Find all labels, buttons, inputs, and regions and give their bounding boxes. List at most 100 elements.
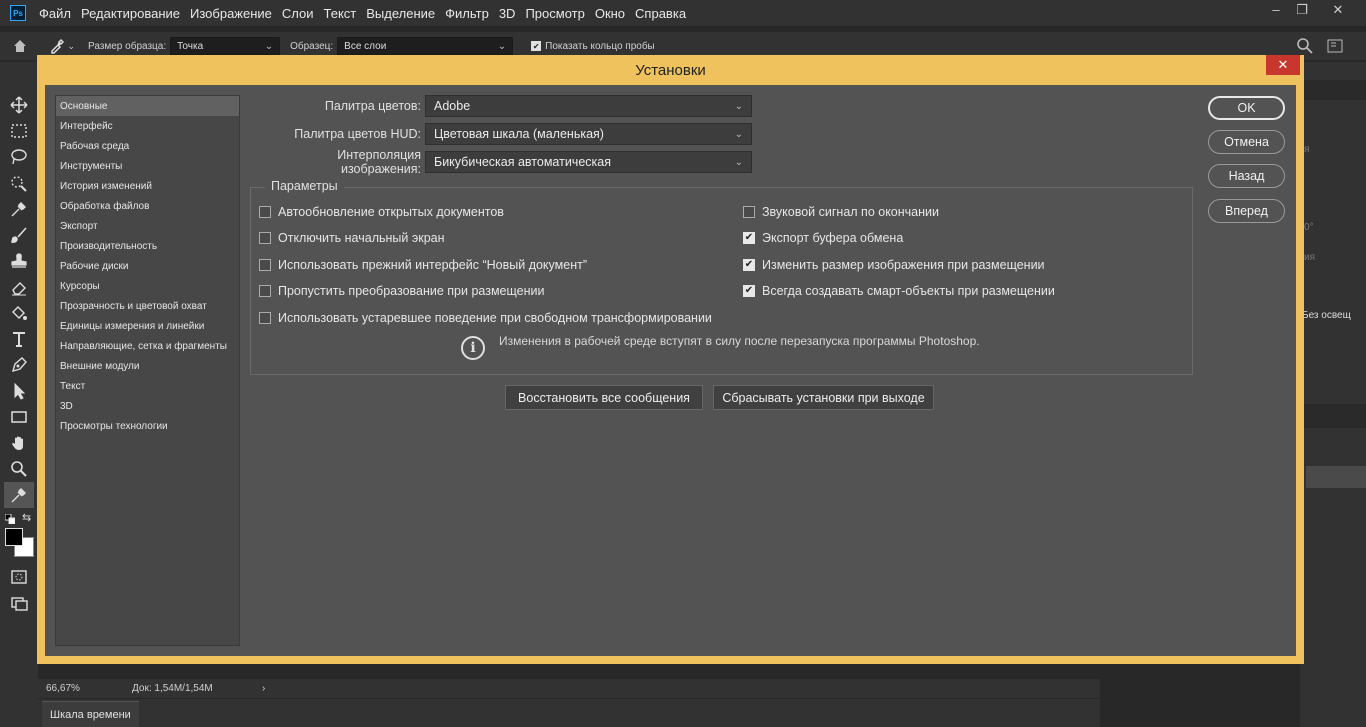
path-selection-tool-icon[interactable] (4, 378, 34, 404)
category-guides[interactable]: Направляющие, сетка и фрагменты (56, 336, 239, 356)
beep-checkbox[interactable] (743, 206, 755, 218)
marquee-tool-icon[interactable] (4, 118, 34, 144)
show-ring-checkbox[interactable]: ✔ (531, 41, 542, 51)
category-units[interactable]: Единицы измерения и линейки (56, 316, 239, 336)
smart-objects-option[interactable]: ✔ Всегда создавать смарт-объекты при разм… (743, 284, 1055, 298)
category-cursors[interactable]: Курсоры (56, 276, 239, 296)
eyedropper-preset-icon[interactable]: ⌄ (40, 38, 84, 54)
menu-filter[interactable]: Фильтр (440, 6, 494, 21)
menu-layers[interactable]: Слои (277, 6, 319, 21)
close-window-button[interactable]: ✕ (1324, 2, 1352, 18)
hand-tool-icon[interactable] (4, 430, 34, 456)
category-export[interactable]: Экспорт (56, 216, 239, 236)
resize-on-place-checkbox[interactable]: ✔ (743, 259, 755, 271)
tools-panel: ⇆ (0, 62, 38, 727)
menu-select[interactable]: Выделение (361, 6, 440, 21)
disable-home-checkbox[interactable] (259, 232, 271, 244)
timeline-tab[interactable]: Шкала времени (42, 701, 139, 727)
status-arrow[interactable]: › (262, 683, 265, 694)
menu-file[interactable]: Файл (34, 6, 76, 21)
category-history[interactable]: История изменений (56, 176, 239, 196)
eyedropper-tool-icon[interactable] (4, 196, 34, 222)
menu-image[interactable]: Изображение (185, 6, 277, 21)
zoom-level[interactable]: 66,67% (46, 683, 132, 694)
pen-tool-icon[interactable] (4, 352, 34, 378)
legacy-free-transform-checkbox[interactable] (259, 312, 271, 324)
move-tool-icon[interactable] (4, 92, 34, 118)
quick-mask-icon[interactable] (4, 564, 34, 590)
legacy-new-doc-option[interactable]: Использовать прежний интерфейс “Новый до… (259, 258, 587, 272)
screen-mode-icon[interactable] (4, 590, 34, 616)
quick-selection-tool-icon[interactable] (4, 170, 34, 196)
menu-3d[interactable]: 3D (494, 6, 521, 21)
auto-update-option[interactable]: Автообновление открытых документов (259, 205, 504, 219)
back-button[interactable]: Назад (1208, 164, 1285, 188)
stamp-tool-icon[interactable] (4, 248, 34, 274)
zoom-tool-icon[interactable] (4, 456, 34, 482)
export-clipboard-option[interactable]: ✔ Экспорт буфера обмена (743, 231, 903, 245)
rectangle-tool-icon[interactable] (4, 404, 34, 430)
auto-update-checkbox[interactable] (259, 206, 271, 218)
category-tools[interactable]: Инструменты (56, 156, 239, 176)
minimize-button[interactable]: – (1262, 2, 1290, 17)
brush-tool-icon[interactable] (4, 222, 34, 248)
type-tool-icon[interactable] (4, 326, 34, 352)
category-technology-previews[interactable]: Просмотры технологии (56, 416, 239, 436)
home-icon[interactable] (0, 38, 40, 54)
sample-select[interactable]: Все слои ⌄ (337, 37, 514, 55)
ok-button[interactable]: OK (1208, 96, 1285, 120)
legacy-new-doc-checkbox[interactable] (259, 259, 271, 271)
eyedropper-tool-active-icon[interactable] (4, 482, 34, 508)
color-picker-select[interactable]: Adobe ⌄ (425, 95, 752, 117)
resize-on-place-option[interactable]: ✔ Изменить размер изображения при размеще… (743, 258, 1045, 272)
menu-help[interactable]: Справка (630, 6, 691, 21)
bucket-tool-icon[interactable] (4, 300, 34, 326)
export-clipboard-checkbox[interactable]: ✔ (743, 232, 755, 244)
restore-button[interactable]: ❐ (1288, 2, 1316, 18)
smart-objects-checkbox[interactable]: ✔ (743, 285, 755, 297)
color-picker-label: Палитра цветов: (324, 99, 421, 113)
beep-option[interactable]: Звуковой сигнал по окончании (743, 205, 939, 219)
category-general[interactable]: Основные (56, 96, 239, 116)
category-performance[interactable]: Производительность (56, 236, 239, 256)
category-3d[interactable]: 3D (56, 396, 239, 416)
category-interface[interactable]: Интерфейс (56, 116, 239, 136)
dialog-title: Установки (635, 61, 706, 79)
lasso-tool-icon[interactable] (4, 144, 34, 170)
layer-row[interactable] (1306, 466, 1366, 488)
category-plugins[interactable]: Внешние модули (56, 356, 239, 376)
swap-colors-icon[interactable]: ⇆ (22, 511, 31, 524)
next-button[interactable]: Вперед (1208, 199, 1285, 223)
menu-edit[interactable]: Редактирование (76, 6, 185, 21)
sample-size-select[interactable]: Точка ⌄ (170, 37, 281, 55)
category-list: Основные Интерфейс Рабочая среда Инструм… (55, 95, 240, 646)
hud-picker-select[interactable]: Цветовая шкала (маленькая) ⌄ (425, 123, 752, 145)
category-workspace[interactable]: Рабочая среда (56, 136, 239, 156)
menu-view[interactable]: Просмотр (520, 6, 589, 21)
skip-transform-checkbox[interactable] (259, 285, 271, 297)
dialog-close-button[interactable]: ✕ (1266, 55, 1300, 75)
foreground-color-swatch[interactable] (5, 528, 23, 546)
default-colors-icon[interactable] (4, 513, 16, 525)
category-type[interactable]: Текст (56, 376, 239, 396)
menu-type[interactable]: Текст (319, 6, 362, 21)
disable-home-option[interactable]: Отключить начальный экран (259, 231, 445, 245)
restart-note: i Изменения в рабочей среде вступят в си… (461, 334, 980, 360)
menu-bar: Ps Файл Редактирование Изображение Слои … (0, 0, 1366, 26)
category-file-handling[interactable]: Обработка файлов (56, 196, 239, 216)
eraser-tool-icon[interactable] (4, 274, 34, 300)
category-transparency[interactable]: Прозрачность и цветовой охват (56, 296, 239, 316)
panel-header (1300, 80, 1366, 100)
status-bar: 66,67% Док: 1,54M/1,54M › (38, 679, 1100, 698)
workspace-icon[interactable] (1327, 38, 1343, 57)
skip-transform-option[interactable]: Пропустить преобразование при размещении (259, 284, 544, 298)
preferences-dialog: Установки ✕ Основные Интерфейс Рабочая с… (37, 55, 1304, 664)
interpolation-select[interactable]: Бикубическая автоматическая ⌄ (425, 151, 752, 173)
legacy-free-transform-option[interactable]: Использовать устаревшее поведение при св… (259, 311, 712, 325)
menu-window[interactable]: Окно (590, 6, 630, 21)
reset-warnings-button[interactable]: Восстановить все сообщения (505, 385, 703, 410)
reset-prefs-on-quit-button[interactable]: Сбрасывать установки при выходе (713, 385, 934, 410)
resize-on-place-label: Изменить размер изображения при размещен… (762, 258, 1045, 272)
cancel-button[interactable]: Отмена (1208, 130, 1285, 154)
category-scratch-disks[interactable]: Рабочие диски (56, 256, 239, 276)
